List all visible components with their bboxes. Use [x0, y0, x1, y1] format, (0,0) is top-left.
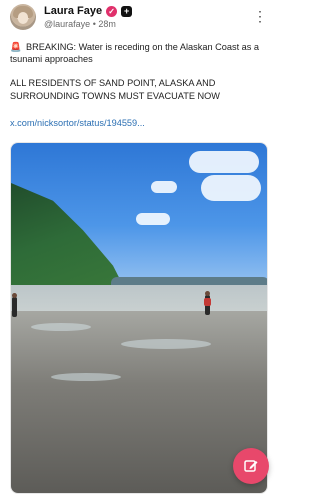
- cloud: [151, 181, 177, 193]
- person-head: [12, 293, 17, 298]
- post-text: 🚨 BREAKING: Water is receding on the Ala…: [10, 41, 268, 102]
- cloud: [136, 213, 170, 225]
- author-handle[interactable]: @laurafaye: [44, 19, 90, 29]
- post-time: 28m: [98, 19, 116, 29]
- exposed-seabed: [11, 311, 267, 493]
- author-meta: @laurafaye • 28m: [44, 19, 116, 29]
- post-link[interactable]: x.com/nicksortor/status/194559...: [10, 118, 145, 128]
- cloud: [201, 175, 261, 201]
- verified-icon: ✓: [106, 5, 118, 17]
- more-options-icon[interactable]: ⋮: [253, 9, 267, 23]
- post-paragraph-2: ALL RESIDENTS OF SAND POINT, ALASKA AND …: [10, 78, 220, 101]
- cloud: [189, 151, 259, 173]
- person-red-jacket: [204, 291, 211, 315]
- meta-separator: •: [92, 19, 96, 29]
- avatar-face: [18, 12, 28, 24]
- compose-button[interactable]: [233, 448, 269, 484]
- post-paragraph-1-text: BREAKING: Water is receding on the Alask…: [10, 42, 260, 65]
- author-name-row: Laura Faye ✓ +: [44, 5, 133, 17]
- avatar[interactable]: [10, 4, 36, 30]
- post-header: Laura Faye ✓ + @laurafaye • 28m ⋮: [10, 4, 269, 34]
- person-torso: [204, 298, 211, 306]
- siren-icon: 🚨: [10, 42, 22, 52]
- post-media-image[interactable]: [10, 142, 268, 494]
- author-name[interactable]: Laura Faye: [44, 5, 102, 17]
- person-left: [12, 293, 17, 317]
- plus-badge-icon: +: [121, 5, 133, 17]
- tide-puddle: [121, 339, 211, 349]
- person-head: [205, 291, 210, 296]
- tide-puddle: [31, 323, 91, 331]
- compose-icon: [244, 460, 258, 472]
- tide-puddle: [51, 373, 121, 381]
- post-paragraph-1: 🚨 BREAKING: Water is receding on the Ala…: [10, 41, 268, 65]
